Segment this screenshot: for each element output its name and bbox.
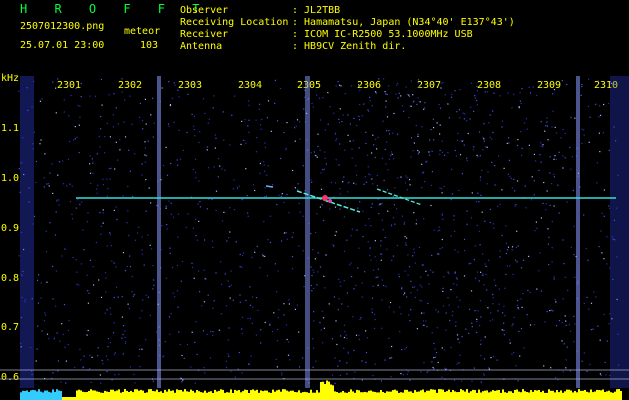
meteor-head [322, 195, 328, 201]
meteor-echo [265, 185, 274, 188]
meteor-head [328, 199, 332, 203]
band-2302 [157, 76, 161, 388]
noise-field [18, 78, 620, 384]
signal-level-bar [20, 380, 622, 400]
vertical-bands [20, 76, 629, 388]
band-2309 [576, 76, 580, 388]
band-left [20, 76, 34, 388]
hrofft-window: H R O F F T 2507012300.png meteor 25.07.… [0, 0, 629, 400]
spectrogram [0, 76, 629, 400]
band-2305 [305, 76, 310, 388]
meteor-echo [376, 188, 423, 206]
band-right [610, 76, 629, 388]
